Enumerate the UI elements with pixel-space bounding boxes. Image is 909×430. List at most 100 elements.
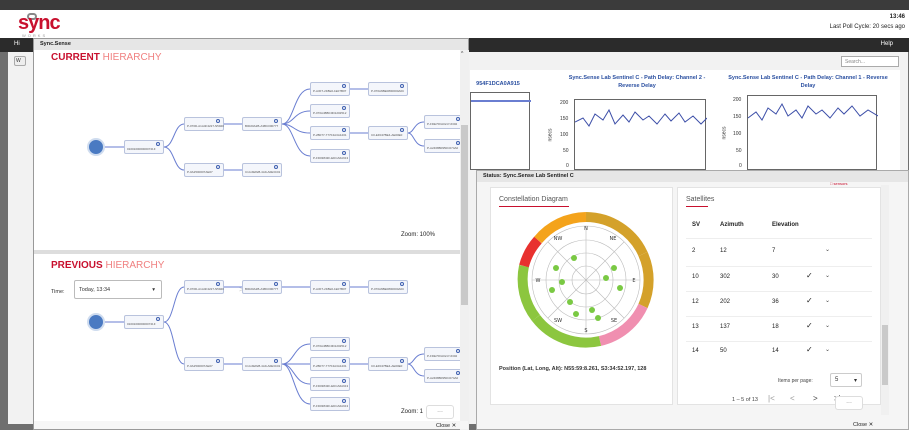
hierarchy-node[interactable]: P-2B077-777F4A3A1201 (310, 126, 350, 140)
info-icon (400, 359, 404, 363)
scroll-up-icon[interactable]: ^ (461, 51, 463, 57)
expand-row-icon[interactable]: ⌄ (825, 297, 830, 304)
search-input[interactable]: Search... (841, 56, 899, 67)
info-icon (342, 282, 346, 286)
hierarchy-node[interactable]: P-0A2500007AE07 (184, 357, 224, 371)
info-icon (342, 379, 346, 383)
hierarchy-node[interactable]: P-070A6BE0800000A0C (368, 280, 408, 294)
top-strip (0, 0, 909, 10)
svg-text:S: S (584, 328, 587, 334)
hierarchy-node[interactable]: P-FDE7FFA02-P-6302 (424, 347, 464, 361)
hierarchy-node[interactable]: C14-6E828-4A9-A0E3C01 (242, 357, 282, 371)
partial-plot (470, 92, 531, 170)
check-icon: ✓ (806, 321, 813, 330)
col-elevation: Elevation (772, 222, 799, 228)
info-icon (400, 128, 404, 132)
next-page-button[interactable]: > (813, 394, 818, 403)
hierarchy-node[interactable]: P-0A2500007AE07 (184, 163, 224, 177)
hierarchy-node[interactable]: P-FD03843F-EDCA6A913 (310, 377, 350, 391)
hierarchy-node[interactable]: P-070D-A1A4F4227-N5920 (184, 280, 224, 294)
partial-chart-title: 954F1DCA0A915 (476, 81, 520, 87)
expand-row-icon[interactable]: ⌄ (825, 322, 830, 329)
chart2-ylabel: nsecs (547, 128, 554, 142)
svg-text:SE: SE (611, 318, 617, 324)
info-icon (216, 119, 220, 123)
sensors-link[interactable]: □ sensors (830, 181, 848, 186)
chart3-tick: 200 (733, 97, 742, 103)
svg-text:N: N (584, 226, 588, 232)
items-per-page-select[interactable]: 5 ▾ (830, 373, 862, 387)
check-icon: ✓ (806, 345, 813, 354)
background-charts: 954F1DCA0A915 Sync.Sense Lab Sentinel C … (470, 70, 900, 170)
constellation-tab[interactable]: Constellation Diagram (499, 196, 568, 203)
close-button[interactable]: Close ✕ (436, 423, 456, 429)
satellites-card: Satellites SV Azimuth Elevation 2 12 7 ⌄… (677, 187, 881, 405)
hierarchy-node[interactable]: B0020A2B-A3BC000777 (242, 117, 282, 131)
help-link[interactable]: Help (881, 41, 893, 47)
tab-underline (499, 206, 569, 207)
info-icon (216, 359, 220, 363)
expand-row-icon[interactable]: ⌄ (825, 346, 830, 353)
prev-page-button[interactable]: < (790, 394, 795, 403)
poll-status: Last Poll Cycle: 20 secs ago (829, 24, 905, 30)
chart3-tick: 100 (733, 131, 742, 137)
scrollbar-thumb[interactable] (882, 325, 888, 385)
hierarchy-node[interactable]: P-FD03843F-EDCA6A913 (310, 397, 350, 411)
info-icon (274, 165, 278, 169)
constellation-card: Constellation Diagram N NE E SE S SW W N… (490, 187, 673, 405)
hierarchy-node[interactable]: B0020A2B-A3BC000777 (242, 280, 282, 294)
hierarchy-node[interactable]: P-A3F7-2F8E0-1E07B07 (310, 280, 350, 294)
hierarchy-node[interactable]: P-A2468B0950C074A0 (424, 139, 464, 153)
chart3-title: Sync.Sense Lab Sentinel C - Path Delay: … (728, 75, 888, 89)
window-scrollbar[interactable] (881, 185, 889, 415)
chart2-title: Sync.Sense Lab Sentinel C - Path Delay: … (568, 75, 706, 89)
svg-text:W: W (536, 278, 541, 284)
sat-sv: 10 (692, 274, 699, 280)
hierarchy-node[interactable]: 0100100000000741F (124, 315, 164, 329)
hierarchy-node[interactable]: 0100100000000741F (124, 140, 164, 154)
nav-item-fragment[interactable]: Hi (14, 41, 20, 47)
hierarchy-node[interactable]: C0-EF047BE4-AE00E0 (368, 357, 408, 371)
close-button[interactable]: Close ✕ (853, 422, 873, 428)
page-range: 1 – 5 of 13 (732, 397, 758, 403)
sat-elevation: 36 (772, 299, 779, 305)
more-options-button[interactable]: ... (426, 405, 454, 419)
hierarchy-node[interactable]: P-2B077-777F4A3A1201 (310, 357, 350, 371)
hierarchy-node[interactable]: P-FD03843F-EDCA6A913 (310, 149, 350, 163)
info-icon (342, 151, 346, 155)
hierarchy-node[interactable]: C0-EF047BE4-AE00E0 (368, 126, 408, 140)
sat-sv: 12 (692, 299, 699, 305)
expand-row-icon[interactable]: ⌄ (825, 272, 830, 279)
tab-underline (686, 206, 708, 207)
window-scrollbar[interactable]: ^ (460, 50, 469, 430)
hierarchy-node[interactable]: P-070D-A1A4F4227-N5920 (184, 117, 224, 131)
check-icon: ✓ (806, 296, 813, 305)
logo: sync (18, 12, 61, 34)
info-icon (216, 282, 220, 286)
root-node-icon[interactable] (87, 313, 105, 331)
hierarchy-node[interactable]: P-070A4BBC0D1202512 (310, 104, 350, 118)
more-options-button[interactable]: ... (835, 396, 863, 410)
sat-sv: 14 (692, 348, 699, 354)
chart3-ylabel: nsecs (721, 126, 728, 140)
info-icon (216, 165, 220, 169)
root-node-icon[interactable] (87, 138, 105, 156)
items-per-page-label: Items per page: (778, 378, 813, 384)
scrollbar-thumb[interactable] (461, 125, 468, 305)
hierarchy-node[interactable]: P-A2468B0950C074A0 (424, 369, 464, 383)
sat-elevation: 14 (772, 348, 779, 354)
sat-azimuth: 12 (720, 248, 727, 254)
zoom-level: Zoom: 1 (401, 409, 424, 415)
info-icon (156, 142, 160, 146)
info-icon (400, 84, 404, 88)
hierarchy-node[interactable]: C14-6E828-4A9-A0E3C01 (242, 163, 282, 177)
background-button[interactable]: W (14, 56, 26, 66)
expand-row-icon[interactable]: ⌄ (825, 246, 830, 253)
hierarchy-node[interactable]: P-A3F7-2F8E0-1E07B07 (310, 82, 350, 96)
satellites-tab[interactable]: Satellites (686, 196, 714, 203)
hierarchy-node[interactable]: P-070A6BE0800000A0C (368, 82, 408, 96)
hierarchy-node[interactable]: P-070A4BBC0D1202512 (310, 337, 350, 351)
sat-azimuth: 137 (720, 324, 731, 330)
hierarchy-node[interactable]: P-FDE7FFA02-P-6302 (424, 115, 464, 129)
first-page-button[interactable]: |< (768, 394, 775, 403)
